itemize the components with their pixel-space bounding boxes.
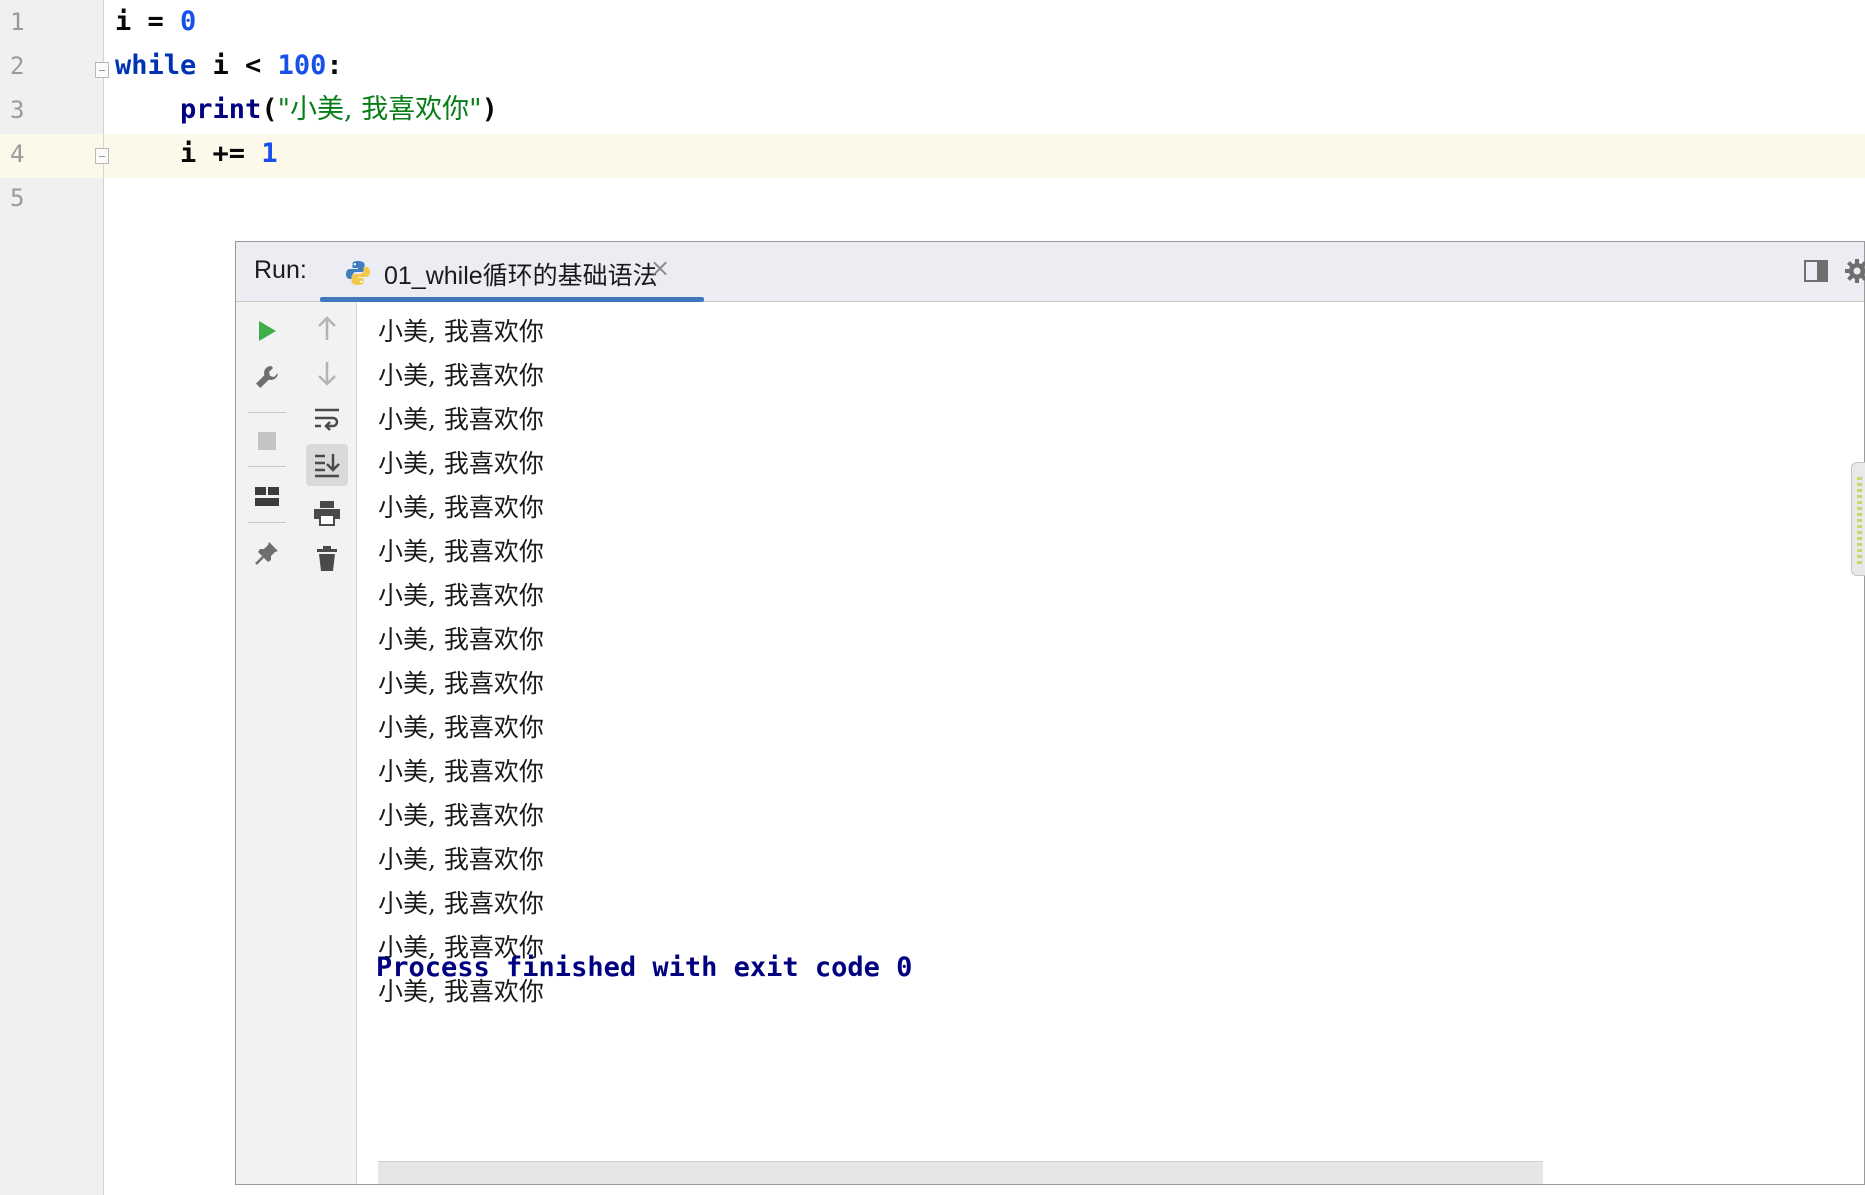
layout-icon[interactable] bbox=[246, 476, 288, 518]
stop-icon[interactable] bbox=[246, 420, 288, 462]
console-line: 小美, 我喜欢你 bbox=[378, 801, 544, 830]
code-token: 100 bbox=[277, 50, 327, 81]
console-line: 小美, 我喜欢你 bbox=[378, 493, 544, 522]
code-token: 0 bbox=[180, 6, 197, 37]
console-line: 小美, 我喜欢你 bbox=[378, 405, 544, 434]
line-number: 1 bbox=[10, 8, 25, 36]
trash-icon[interactable] bbox=[306, 538, 348, 580]
console-line: 小美, 我喜欢你 bbox=[378, 449, 544, 478]
console-line: 小美, 我喜欢你 bbox=[378, 889, 544, 918]
code-token: 1 bbox=[261, 138, 278, 169]
code-token: "小美, 我喜欢你" bbox=[277, 94, 482, 125]
line-number: 2 bbox=[10, 52, 25, 80]
restore-layout-icon[interactable] bbox=[1804, 260, 1828, 282]
run-toolbar-primary bbox=[236, 302, 299, 1184]
gear-icon[interactable] bbox=[1844, 258, 1865, 284]
scroll-to-end-icon[interactable] bbox=[306, 444, 348, 486]
print-icon[interactable] bbox=[306, 492, 348, 534]
run-label: Run: bbox=[254, 256, 307, 284]
console-line: 小美, 我喜欢你 bbox=[378, 669, 544, 698]
fold-end-icon[interactable] bbox=[95, 148, 109, 164]
fold-start-icon[interactable] bbox=[95, 62, 109, 78]
close-tab-icon[interactable]: × bbox=[650, 254, 670, 282]
tab-run-configuration[interactable]: 01_while循环的基础语法 × bbox=[320, 242, 704, 302]
run-icon[interactable] bbox=[246, 310, 288, 352]
soft-wrap-icon[interactable] bbox=[306, 398, 348, 440]
toolbar-divider bbox=[248, 466, 286, 467]
code-token: print bbox=[180, 94, 262, 125]
console-line: 小美, 我喜欢你 bbox=[378, 757, 544, 786]
scroll-marker-strip[interactable] bbox=[1851, 462, 1865, 576]
toolbar-divider bbox=[248, 522, 286, 523]
horizontal-scrollbar[interactable] bbox=[378, 1161, 1543, 1184]
code-token: : bbox=[326, 50, 343, 81]
run-toolbar-secondary bbox=[298, 302, 357, 1184]
code-token: i = bbox=[115, 6, 181, 37]
console-line: 小美, 我喜欢你 bbox=[378, 317, 544, 346]
console-line: 小美, 我喜欢你 bbox=[378, 845, 544, 874]
run-tool-window: Run: 01_while循环的基础语法 × 小美, 我喜欢你 小美, 我喜欢你… bbox=[235, 241, 1865, 1185]
current-line-highlight bbox=[104, 134, 1865, 178]
toolbar-divider bbox=[248, 412, 286, 413]
code-token: while bbox=[115, 50, 197, 81]
wrench-icon[interactable] bbox=[246, 356, 288, 398]
code-line[interactable]: while i < 100: bbox=[115, 44, 343, 88]
code-token: i < bbox=[196, 50, 278, 81]
console-line: 小美, 我喜欢你 bbox=[378, 713, 544, 742]
console-line: 小美, 我喜欢你 bbox=[378, 581, 544, 610]
tab-title: 01_while循环的基础语法 bbox=[384, 262, 658, 290]
code-token: ) bbox=[481, 94, 498, 125]
arrow-up-icon[interactable] bbox=[306, 308, 348, 350]
console-line: 小美, 我喜欢你 bbox=[378, 625, 544, 654]
code-line[interactable]: i += 1 bbox=[115, 132, 278, 176]
line-number: 3 bbox=[10, 96, 25, 124]
code-line[interactable]: i = 0 bbox=[115, 0, 196, 44]
code-token: ( bbox=[261, 94, 278, 125]
arrow-down-icon[interactable] bbox=[306, 352, 348, 394]
line-number: 5 bbox=[10, 184, 25, 212]
run-header: Run: 01_while循环的基础语法 × bbox=[236, 242, 1865, 302]
console-line: 小美, 我喜欢你 bbox=[378, 361, 544, 390]
code-token: i += bbox=[115, 138, 262, 169]
python-icon bbox=[344, 259, 372, 287]
pin-icon[interactable] bbox=[246, 532, 288, 574]
code-line[interactable]: print("小美, 我喜欢你") bbox=[115, 88, 498, 132]
line-number: 4 bbox=[10, 140, 25, 168]
process-finished-message: Process finished with exit code 0 bbox=[376, 952, 913, 983]
console-line: 小美, 我喜欢你 bbox=[378, 537, 544, 566]
console-output[interactable]: 小美, 我喜欢你 小美, 我喜欢你 小美, 我喜欢你 小美, 我喜欢你 小美, 我喜欢你… bbox=[356, 302, 1864, 1184]
